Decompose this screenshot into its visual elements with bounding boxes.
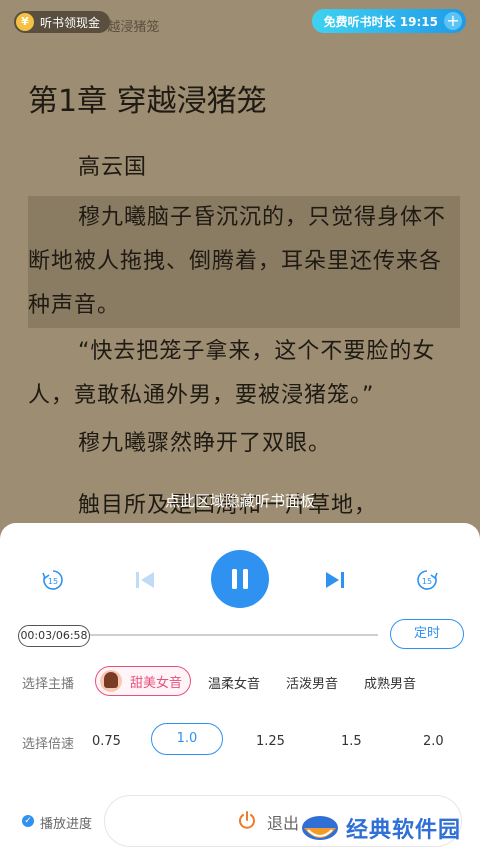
listen-cash-label: 听书领现金 [40, 15, 101, 30]
voice-option-selected[interactable]: 甜美女音 [95, 666, 191, 696]
coin-icon: ¥ [16, 13, 34, 31]
paragraph: “快去把笼子拿来，这个不要脸的女人，竟敢私通外男，要被浸猪笼。” [28, 339, 436, 408]
previous-chapter-button[interactable] [132, 567, 158, 593]
bowl-logo-icon [302, 816, 338, 840]
speed-option-selected[interactable]: 1.0 [151, 723, 223, 755]
progress-check-label[interactable]: 播放进度 [40, 813, 92, 832]
next-chapter-button[interactable] [322, 567, 348, 593]
chapter-title: 第1章 穿越浸猪笼 [28, 84, 267, 119]
rewind-15-button[interactable]: 15 [40, 567, 66, 593]
listen-panel: 15 15 00:03/06:58 定时 选择主播 甜美女音 温柔女音 活泼男音… [0, 523, 480, 853]
pause-button[interactable] [211, 550, 269, 608]
speed-option[interactable]: 1.25 [256, 734, 285, 749]
checkmark-icon[interactable]: ✓ [22, 815, 34, 827]
progress-time-thumb[interactable]: 00:03/06:58 [18, 625, 90, 647]
rewind-15-icon: 15 [42, 570, 63, 590]
pause-icon [232, 569, 248, 589]
plus-icon[interactable]: + [444, 12, 462, 30]
speed-row-label: 选择倍速 [22, 737, 75, 752]
skip-previous-icon [136, 572, 154, 588]
watermark-logo: 经典软件园 [300, 808, 461, 848]
forward-15-icon: 15 [417, 570, 438, 590]
voice-option[interactable]: 温柔女音 [208, 673, 260, 692]
paragraph: 高云国 [78, 155, 148, 180]
speed-option[interactable]: 1.5 [341, 734, 362, 749]
hide-panel-hint[interactable]: 点此区域隐藏听书面板 [0, 490, 480, 511]
voice-option[interactable]: 活泼男音 [286, 673, 338, 692]
free-listen-timer[interactable]: 免费听书时长 19:15 + [311, 9, 466, 33]
timer-button[interactable]: 定时 [390, 619, 464, 649]
exit-label: 退出 [267, 814, 300, 833]
progress-track[interactable] [88, 634, 378, 636]
speed-option[interactable]: 2.0 [423, 734, 444, 749]
listen-cash-button[interactable]: ¥ 听书领现金 [14, 11, 111, 33]
watermark-text: 经典软件园 [346, 818, 462, 843]
paragraph-highlighted: 穆九曦脑子昏沉沉的，只觉得身体不断地被人拖拽、倒腾着，耳朵里还传来各种声音。 [28, 196, 460, 328]
skip-next-icon [326, 572, 344, 588]
power-icon [239, 811, 255, 829]
progress-bar[interactable]: 00:03/06:58 定时 [18, 619, 464, 649]
voice-option[interactable]: 成熟男音 [364, 673, 416, 692]
voice-option-label: 甜美女音 [130, 675, 183, 691]
forward-15-button[interactable]: 15 [414, 567, 440, 593]
forward-15-label: 15 [422, 577, 432, 586]
voice-row-label: 选择主播 [22, 677, 75, 692]
speed-option[interactable]: 0.75 [92, 734, 121, 749]
paragraph: 穆九曦骤然睁开了双眼。 [78, 431, 332, 456]
free-listen-label: 免费听书时长 19:15 [323, 14, 438, 29]
reader-area[interactable]: 第1章 穿越浸猪笼 ¥ 听书领现金 免费听书时长 19:15 + 第1章 穿越浸… [0, 0, 480, 540]
avatar [100, 670, 122, 692]
rewind-15-label: 15 [48, 577, 58, 586]
